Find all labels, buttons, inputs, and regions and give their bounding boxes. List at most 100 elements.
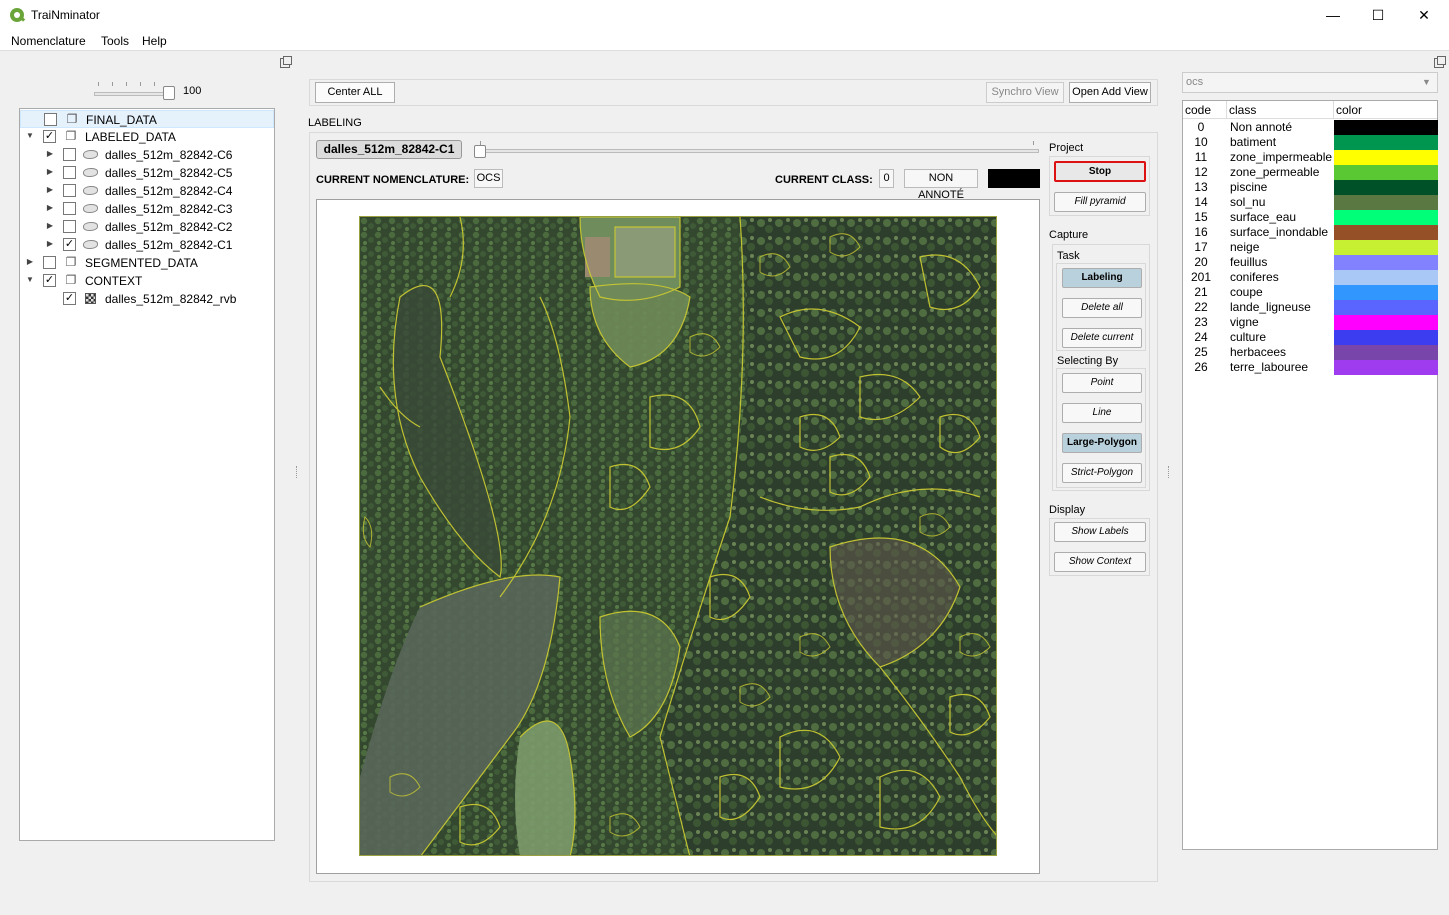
- stop-button[interactable]: Stop: [1054, 161, 1146, 182]
- class-color-swatch[interactable]: [1334, 315, 1438, 330]
- class-row[interactable]: 17 neige: [1183, 240, 1438, 255]
- left-dock-float-icon[interactable]: [280, 56, 292, 68]
- tree-item-segmented-data[interactable]: ▶ ❐ SEGMENTED_DATA: [20, 254, 274, 272]
- expand-arrow-icon[interactable]: ▶: [25, 257, 35, 267]
- class-row[interactable]: 25 herbacees: [1183, 345, 1438, 360]
- menu-help[interactable]: Help: [142, 34, 167, 48]
- large-polygon-button[interactable]: Large-Polygon: [1062, 433, 1142, 453]
- class-row[interactable]: 12 zone_permeable: [1183, 165, 1438, 180]
- show-labels-button[interactable]: Show Labels: [1054, 522, 1146, 542]
- aerial-image-with-polygons[interactable]: [360, 217, 997, 856]
- class-color-swatch[interactable]: [1334, 240, 1438, 255]
- class-color-swatch[interactable]: [1334, 210, 1438, 225]
- left-splitter-handle[interactable]: [296, 466, 298, 478]
- line-selection-button[interactable]: Line: [1062, 403, 1142, 423]
- class-row[interactable]: 13 piscine: [1183, 180, 1438, 195]
- tree-item-layer[interactable]: ▶ dalles_512m_82842-C2: [20, 218, 274, 236]
- right-splitter-handle[interactable]: [1168, 466, 1170, 478]
- class-color-swatch[interactable]: [1334, 225, 1438, 240]
- column-header-color[interactable]: color: [1334, 101, 1437, 119]
- strict-polygon-button[interactable]: Strict-Polygon: [1062, 463, 1142, 483]
- class-row[interactable]: 20 feuillus: [1183, 255, 1438, 270]
- fill-pyramid-button[interactable]: Fill pyramid: [1054, 192, 1146, 212]
- class-color-swatch[interactable]: [1334, 150, 1438, 165]
- class-row[interactable]: 15 surface_eau: [1183, 210, 1438, 225]
- expand-arrow-icon[interactable]: ▶: [45, 167, 55, 177]
- class-row[interactable]: 24 culture: [1183, 330, 1438, 345]
- layer-checkbox[interactable]: ✓: [63, 238, 76, 251]
- tree-item-raster-layer[interactable]: ✓ dalles_512m_82842_rvb: [20, 290, 274, 308]
- class-row[interactable]: 23 vigne: [1183, 315, 1438, 330]
- expand-arrow-icon[interactable]: ▶: [45, 203, 55, 213]
- delete-current-button[interactable]: Delete current: [1062, 328, 1142, 348]
- collapse-arrow-icon[interactable]: ▼: [25, 275, 35, 285]
- class-row[interactable]: 11 zone_impermeable: [1183, 150, 1438, 165]
- dalle-slider[interactable]: [476, 149, 1039, 153]
- labeling-task-button[interactable]: Labeling: [1062, 268, 1142, 288]
- collapse-arrow-icon[interactable]: ▼: [25, 131, 35, 141]
- map-canvas[interactable]: [359, 216, 997, 856]
- class-color-swatch[interactable]: [1334, 345, 1438, 360]
- tree-item-layer[interactable]: ▶ dalles_512m_82842-C4: [20, 182, 274, 200]
- expand-arrow-icon[interactable]: ▶: [45, 239, 55, 249]
- class-row[interactable]: 16 surface_inondable: [1183, 225, 1438, 240]
- class-color-swatch[interactable]: [1334, 300, 1438, 315]
- tree-item-layer[interactable]: ▶ dalles_512m_82842-C5: [20, 164, 274, 182]
- class-row[interactable]: 14 sol_nu: [1183, 195, 1438, 210]
- class-color-swatch[interactable]: [1334, 180, 1438, 195]
- class-row[interactable]: 26 terre_labouree: [1183, 360, 1438, 375]
- class-color-swatch[interactable]: [1334, 120, 1438, 135]
- tree-item-final-data[interactable]: ❐ FINAL_DATA: [20, 110, 274, 128]
- open-add-view-button[interactable]: Open Add View: [1069, 82, 1151, 103]
- layer-checkbox[interactable]: [63, 166, 76, 179]
- class-color-swatch[interactable]: [1334, 135, 1438, 150]
- expand-arrow-icon[interactable]: ▶: [45, 149, 55, 159]
- layer-checkbox[interactable]: [63, 184, 76, 197]
- opacity-slider-handle[interactable]: [163, 86, 175, 100]
- tree-item-layer[interactable]: ▶ ✓ dalles_512m_82842-C1: [20, 236, 274, 254]
- expand-arrow-icon[interactable]: ▶: [45, 221, 55, 231]
- point-selection-button[interactable]: Point: [1062, 373, 1142, 393]
- menu-nomenclature[interactable]: Nomenclature: [11, 34, 86, 48]
- center-all-button[interactable]: Center ALL: [315, 82, 395, 103]
- close-button[interactable]: ✕: [1401, 0, 1447, 31]
- class-row[interactable]: 10 batiment: [1183, 135, 1438, 150]
- synchro-view-button[interactable]: Synchro View: [986, 82, 1064, 103]
- layer-checkbox[interactable]: [43, 256, 56, 269]
- layer-checkbox[interactable]: [63, 148, 76, 161]
- layer-checkbox[interactable]: [63, 220, 76, 233]
- tree-item-layer[interactable]: ▶ dalles_512m_82842-C3: [20, 200, 274, 218]
- delete-all-button[interactable]: Delete all: [1062, 298, 1142, 318]
- class-row[interactable]: 201 coniferes: [1183, 270, 1438, 285]
- tree-item-context[interactable]: ▼ ✓ ❐ CONTEXT: [20, 272, 274, 290]
- layer-checkbox[interactable]: ✓: [43, 274, 56, 287]
- show-context-button[interactable]: Show Context: [1054, 552, 1146, 572]
- layers-tree[interactable]: ❐ FINAL_DATA ▼ ✓ ❐ LABELED_DATA ▶ dalles…: [19, 108, 275, 841]
- tree-item-layer[interactable]: ▶ dalles_512m_82842-C6: [20, 146, 274, 164]
- class-color-swatch[interactable]: [1334, 285, 1438, 300]
- layer-checkbox[interactable]: [44, 113, 57, 126]
- minimize-button[interactable]: —: [1310, 0, 1356, 31]
- right-dock-float-icon[interactable]: [1434, 56, 1446, 68]
- class-row[interactable]: 22 lande_ligneuse: [1183, 300, 1438, 315]
- tree-item-labeled-data[interactable]: ▼ ✓ ❐ LABELED_DATA: [20, 128, 274, 146]
- class-color-swatch[interactable]: [1334, 270, 1438, 285]
- column-header-code[interactable]: code: [1183, 101, 1227, 119]
- class-row[interactable]: 21 coupe: [1183, 285, 1438, 300]
- layer-checkbox[interactable]: [63, 202, 76, 215]
- dalle-slider-handle[interactable]: [474, 145, 486, 158]
- chevron-down-icon[interactable]: ▼: [1422, 72, 1431, 93]
- layer-checkbox[interactable]: ✓: [43, 130, 56, 143]
- menu-tools[interactable]: Tools: [101, 34, 129, 48]
- class-row[interactable]: 0 Non annoté: [1183, 120, 1438, 135]
- class-color-swatch[interactable]: [1334, 255, 1438, 270]
- maximize-button[interactable]: ☐: [1355, 0, 1401, 31]
- expand-arrow-icon[interactable]: ▶: [45, 185, 55, 195]
- column-header-class[interactable]: class: [1227, 101, 1334, 119]
- class-table[interactable]: code class color 0 Non annoté 10 batiment 11…: [1182, 100, 1438, 850]
- class-color-swatch[interactable]: [1334, 165, 1438, 180]
- class-color-swatch[interactable]: [1334, 195, 1438, 210]
- layer-checkbox[interactable]: ✓: [63, 292, 76, 305]
- class-color-swatch[interactable]: [1334, 330, 1438, 345]
- class-color-swatch[interactable]: [1334, 360, 1438, 375]
